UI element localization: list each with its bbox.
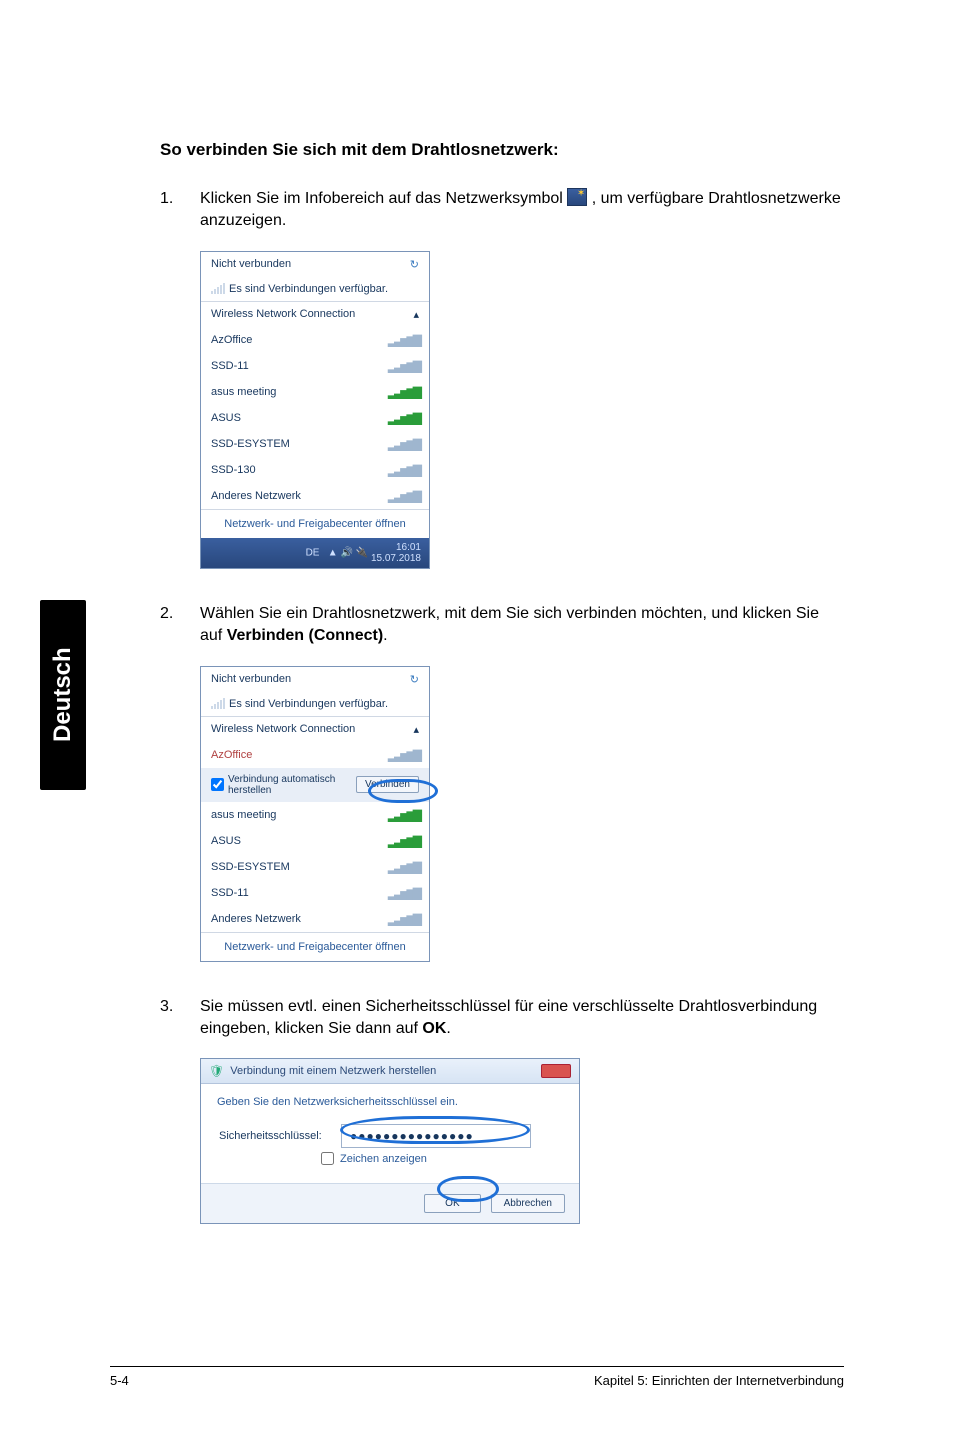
network-item[interactable]: asus meeting▂▃▅▆▇ xyxy=(201,379,429,405)
ok-button[interactable]: OK xyxy=(424,1194,480,1213)
step-number: 2. xyxy=(160,603,200,648)
network-item[interactable]: asus meeting▂▃▅▆▇ xyxy=(201,802,429,828)
dialog-prompt: Geben Sie den Netzwerksicherheitsschlüss… xyxy=(201,1084,579,1108)
screenshot-connect: Nicht verbunden ↻ Es sind Verbindungen v… xyxy=(200,666,844,962)
step-2: 2. Wählen Sie ein Drahtlosnetzwerk, mit … xyxy=(160,603,844,648)
open-network-center-link[interactable]: Netzwerk- und Freigabecenter öffnen xyxy=(201,509,429,538)
section-heading: So verbinden Sie sich mit dem Drahtlosne… xyxy=(160,140,844,160)
show-chars-label: Zeichen anzeigen xyxy=(340,1153,427,1165)
network-item[interactable]: ASUS▂▃▅▆▇ xyxy=(201,405,429,431)
network-item[interactable]: SSD-ESYSTEM▂▃▅▆▇ xyxy=(201,854,429,880)
dialog-title: Verbindung mit einem Netzwerk herstellen xyxy=(230,1065,436,1077)
connection-header: Wireless Network Connection xyxy=(211,308,355,320)
step-text-c: . xyxy=(446,1020,450,1037)
language-tab: Deutsch xyxy=(40,600,86,790)
network-item[interactable]: SSD-ESYSTEM▂▃▅▆▇ xyxy=(201,431,429,457)
chevron-up-icon[interactable]: ▴ xyxy=(413,308,419,321)
step-text-bold: OK xyxy=(422,1020,446,1037)
auto-connect-label: Verbindung automatisch herstellen xyxy=(228,774,356,796)
chevron-up-icon[interactable]: ▴ xyxy=(413,723,419,736)
show-chars-checkbox[interactable] xyxy=(321,1152,334,1165)
connection-header: Wireless Network Connection xyxy=(211,723,355,735)
step-body: Klicken Sie im Infobereich auf das Netzw… xyxy=(200,188,844,233)
network-item[interactable]: Anderes Netzwerk▂▃▅▆▇ xyxy=(201,483,429,509)
chapter-title: Kapitel 5: Einrichten der Internetverbin… xyxy=(594,1373,844,1388)
screenshot-security-key: 🛡 Verbindung mit einem Netzwerk herstell… xyxy=(200,1058,844,1224)
popup-sub: Es sind Verbindungen verfügbar. xyxy=(229,283,388,295)
refresh-icon[interactable]: ↻ xyxy=(410,673,419,686)
cancel-button[interactable]: Abbrechen xyxy=(491,1194,565,1213)
network-item[interactable]: SSD-11▂▃▅▆▇ xyxy=(201,880,429,906)
key-label: Sicherheitsschlüssel: xyxy=(219,1130,329,1142)
signal-icon xyxy=(211,699,225,709)
taskbar: DE ▲ 🔊 🔌 16:01 15.07.2018 xyxy=(201,538,429,568)
open-network-center-link[interactable]: Netzwerk- und Freigabecenter öffnen xyxy=(201,932,429,961)
close-button[interactable] xyxy=(541,1064,571,1078)
step-body: Sie müssen evtl. einen Sicherheitsschlüs… xyxy=(200,996,844,1041)
popup-title: Nicht verbunden xyxy=(211,258,291,270)
connect-button[interactable]: Verbinden xyxy=(356,776,419,793)
step-text-c: . xyxy=(383,627,387,644)
auto-connect-checkbox[interactable] xyxy=(211,778,224,791)
signal-icon xyxy=(211,284,225,294)
step-number: 3. xyxy=(160,996,200,1041)
screenshot-network-list: Nicht verbunden ↻ Es sind Verbindungen v… xyxy=(200,251,844,569)
shield-icon: 🛡 xyxy=(209,1064,224,1078)
network-item[interactable]: SSD-11▂▃▅▆▇ xyxy=(201,353,429,379)
step-text-bold: Verbinden (Connect) xyxy=(227,627,383,644)
step-3: 3. Sie müssen evtl. einen Sicherheitssch… xyxy=(160,996,844,1041)
network-item[interactable]: ASUS▂▃▅▆▇ xyxy=(201,828,429,854)
popup-sub: Es sind Verbindungen verfügbar. xyxy=(229,698,388,710)
network-tray-icon xyxy=(567,188,587,206)
page-number: 5-4 xyxy=(110,1373,129,1388)
step-number: 1. xyxy=(160,188,200,233)
key-input[interactable]: ●●●●●●●●●●●●●●● xyxy=(341,1124,531,1148)
network-item[interactable]: SSD-130▂▃▅▆▇ xyxy=(201,457,429,483)
connect-panel: Verbindung automatisch herstellen Verbin… xyxy=(201,768,429,802)
step-1: 1. Klicken Sie im Infobereich auf das Ne… xyxy=(160,188,844,233)
popup-title: Nicht verbunden xyxy=(211,673,291,685)
step-text-a: Klicken Sie im Infobereich auf das Netzw… xyxy=(200,190,567,207)
network-item[interactable]: Anderes Netzwerk▂▃▅▆▇ xyxy=(201,906,429,932)
network-item[interactable]: AzOffice▂▃▅▆▇ xyxy=(201,327,429,353)
step-text-a: Sie müssen evtl. einen Sicherheitsschlüs… xyxy=(200,998,817,1037)
network-item-selected[interactable]: AzOffice▂▃▅▆▇ xyxy=(201,742,429,768)
page-footer: 5-4 Kapitel 5: Einrichten der Internetve… xyxy=(110,1366,844,1388)
step-body: Wählen Sie ein Drahtlosnetzwerk, mit dem… xyxy=(200,603,844,648)
refresh-icon[interactable]: ↻ xyxy=(410,258,419,271)
